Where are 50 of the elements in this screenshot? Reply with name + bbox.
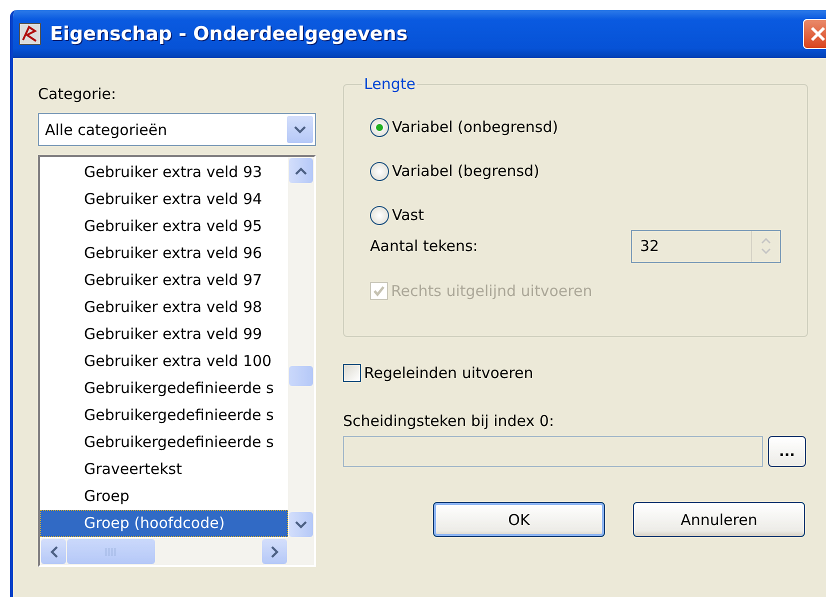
close-icon <box>810 26 826 42</box>
window-title: Eigenschap - Onderdeelgegevens <box>50 23 408 45</box>
category-label: Categorie: <box>38 85 118 105</box>
category-dropdown[interactable]: Alle categorieën <box>38 113 316 146</box>
list-item[interactable]: Groep <box>40 483 288 510</box>
app-icon <box>19 23 41 45</box>
vertical-scrollbar[interactable] <box>288 157 314 538</box>
chevron-up-icon <box>295 166 307 174</box>
radio-option[interactable]: Variabel (onbegrensd) <box>370 105 781 149</box>
dropdown-arrow-button[interactable] <box>287 116 313 143</box>
radio-button[interactable] <box>370 118 389 136</box>
chevron-down-icon <box>294 126 306 134</box>
list-item[interactable]: Graveertekst <box>40 456 288 483</box>
list-item[interactable]: Gebruiker extra veld 93 <box>40 159 288 186</box>
group-legend: Lengte <box>362 75 418 93</box>
list-item[interactable]: Gebruiker extra veld 98 <box>40 294 288 321</box>
checkbox[interactable] <box>343 364 361 382</box>
dialog-button[interactable]: Annuleren <box>633 502 805 537</box>
count-label: Aantal tekens: <box>370 237 478 255</box>
list-item[interactable]: Gebruiker extra veld 95 <box>40 213 288 240</box>
list-item[interactable]: Gebruikergedefinieerde s <box>40 375 288 402</box>
dialog-button[interactable]: OK <box>433 502 605 537</box>
browse-button[interactable]: ... <box>768 436 806 467</box>
line-endings-option[interactable]: Regeleinden uitvoeren <box>343 364 808 382</box>
radio-option[interactable]: Variabel (begrensd) <box>370 149 781 193</box>
scroll-down-button[interactable] <box>289 512 313 537</box>
list-item[interactable]: Gebruiker extra veld 100 <box>40 348 288 375</box>
list-item[interactable]: Gebruiker extra veld 97 <box>40 267 288 294</box>
list-item[interactable]: Gebruiker extra veld 94 <box>40 186 288 213</box>
chevron-down-icon <box>295 520 307 528</box>
grip-icon <box>105 548 117 556</box>
chevron-left-icon <box>50 546 58 558</box>
list-item[interactable]: Gebruiker extra veld 99 <box>40 321 288 348</box>
separator-label: Scheidingsteken bij index 0: <box>343 412 555 430</box>
scroll-up-button[interactable] <box>289 158 313 183</box>
list-item[interactable]: Gebruiker extra veld 96 <box>40 240 288 267</box>
chevron-right-icon <box>270 546 278 558</box>
list-item[interactable]: Groep (hoofdcode) <box>40 510 288 537</box>
radio-button[interactable] <box>370 162 389 180</box>
checkmark-icon <box>373 285 385 297</box>
scroll-thumb[interactable] <box>289 366 313 386</box>
count-spinbox[interactable]: 32 <box>631 230 781 262</box>
horizontal-scrollbar[interactable] <box>40 538 314 565</box>
close-button[interactable] <box>803 19 826 49</box>
scroll-right-button[interactable] <box>262 539 287 564</box>
scroll-thumb[interactable] <box>67 539 155 564</box>
list-item[interactable]: Gebruikergedefinieerde s <box>40 402 288 429</box>
radio-button[interactable] <box>370 206 389 224</box>
list-item[interactable]: Gebruikergedefinieerde s <box>40 429 288 456</box>
scroll-left-button[interactable] <box>41 539 66 564</box>
